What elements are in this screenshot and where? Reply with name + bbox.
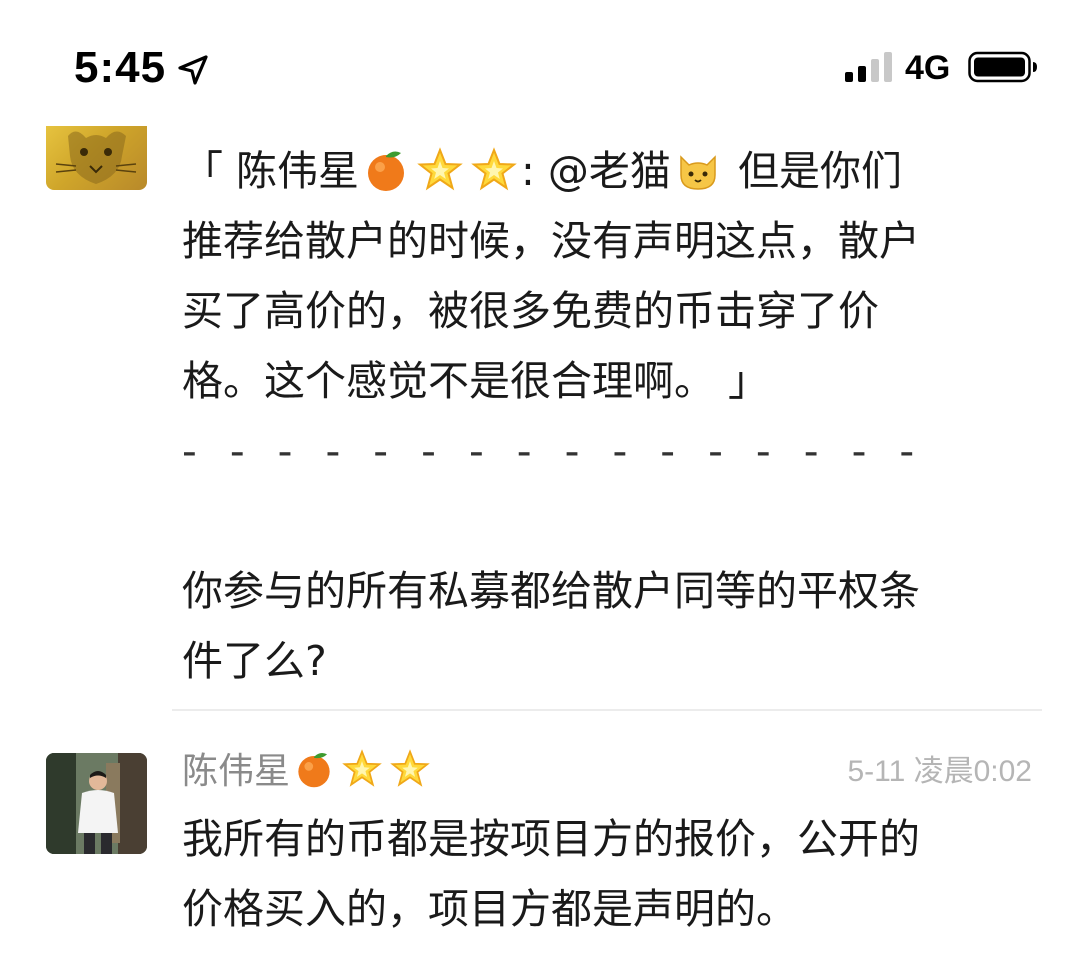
- comment-1-body: 「 陈伟星 : @老猫 但是你们 推荐给散户的时候，没有声明这点，散户 买了高价…: [182, 136, 1042, 696]
- avatar-cat[interactable]: [46, 126, 147, 190]
- comment-1-line-3: 买了高价的，被很多免费的币击穿了价: [182, 287, 879, 335]
- cat-face-icon: [55, 131, 137, 184]
- avatar-person[interactable]: [46, 753, 147, 854]
- comment-2-header: 陈伟星 5-11 凌晨0:02: [182, 744, 1032, 800]
- status-time: 5:45: [74, 43, 167, 92]
- battery-icon: [968, 51, 1037, 83]
- comment-1-reply-line-2: 件了么?: [182, 637, 327, 685]
- signal-icon: [845, 52, 892, 82]
- star-emoji-icon: [390, 749, 430, 787]
- cat-face-emoji-icon: [680, 155, 716, 190]
- network-label: 4G: [905, 49, 951, 87]
- comment-1-separator: - - - - - - - - - - - - - - - -: [182, 427, 925, 475]
- star-emoji-icon: [471, 147, 517, 191]
- comment-1-blank-line: [182, 486, 1042, 556]
- comment-2-author[interactable]: 陈伟星: [182, 748, 434, 796]
- comment-1-line-4: 格。这个感觉不是很合理啊。 」: [182, 357, 770, 405]
- comment-1-line-2: 推荐给散户的时候，没有声明这点，散户: [182, 217, 920, 265]
- comment-divider: [172, 709, 1042, 711]
- comment-2-timestamp: 5-11 凌晨0:02: [847, 755, 1032, 788]
- comment-2-line-1: 我所有的币都是按项目方的报价，公开的: [182, 815, 920, 863]
- location-arrow-icon: [178, 55, 208, 85]
- comment-2-body: 我所有的币都是按项目方的报价，公开的 价格买入的，项目方都是声明的。: [182, 804, 1042, 944]
- status-bar: 5:45 4G: [0, 0, 1080, 120]
- person-photo-icon: [46, 753, 147, 854]
- star-emoji-icon: [342, 749, 382, 787]
- comment-1-line-1: 「 陈伟星 : @老猫 但是你们: [182, 147, 902, 195]
- tangerine-emoji-icon: [298, 752, 330, 788]
- tangerine-emoji-icon: [368, 151, 405, 191]
- comment-1-reply-line-1: 你参与的所有私募都给散户同等的平权条: [182, 567, 920, 615]
- star-emoji-icon: [417, 147, 463, 191]
- comment-2-line-2: 价格买入的，项目方都是声明的。: [182, 885, 797, 933]
